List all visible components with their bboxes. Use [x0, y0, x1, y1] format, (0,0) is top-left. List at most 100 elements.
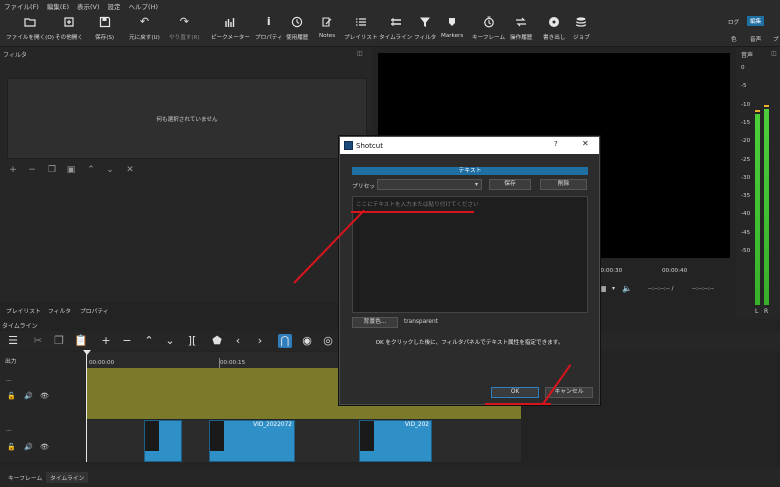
help-button[interactable]: ? — [554, 140, 558, 148]
filters-button[interactable]: フィルタ — [414, 14, 436, 44]
timecode-duration: --:--:--:-- — [692, 286, 714, 292]
tab-keyframes[interactable]: キーフレーム — [4, 472, 46, 483]
grid-icon[interactable]: ▦ — [599, 284, 607, 293]
remove-filter-button[interactable]: − — [27, 165, 37, 175]
close-button[interactable]: ✕ — [582, 139, 589, 148]
split-icon[interactable]: ][ — [185, 334, 199, 348]
scrub-icon[interactable]: ◉ — [300, 334, 314, 348]
playhead[interactable] — [86, 350, 87, 462]
meter-tick-label: -50 — [741, 248, 751, 254]
markers-button[interactable]: Markers — [441, 14, 463, 44]
tab-timeline[interactable]: タイムライン — [46, 472, 89, 483]
undo-button[interactable]: ↶ 元に戻す(U) — [129, 14, 160, 44]
cut-icon[interactable]: ✂ — [31, 334, 45, 348]
export-button[interactable]: 書き出し — [543, 14, 565, 44]
mute-icon[interactable]: 🔊 — [24, 443, 33, 451]
marker-icon[interactable]: ⬟ — [210, 334, 224, 348]
open-other-button[interactable]: その他開く — [55, 14, 83, 44]
jobs-history-icon — [515, 16, 527, 28]
properties-button[interactable]: i プロパティ — [255, 14, 283, 44]
ok-button[interactable]: OK — [491, 387, 539, 398]
filter-list: 何も選択されていません — [7, 78, 367, 159]
save-button[interactable]: 保存(S) — [95, 14, 114, 44]
preset-delete-button[interactable]: 削除 — [540, 179, 587, 190]
timeline-button[interactable]: タイムライン — [379, 14, 412, 44]
chevron-down-icon[interactable]: ▾ — [612, 285, 615, 292]
notes-button[interactable]: Notes — [319, 14, 335, 44]
eye-icon[interactable]: 👁 — [40, 443, 49, 451]
timeline-menu-icon[interactable]: ☰ — [6, 334, 20, 348]
panel-float-icon[interactable]: ◫ — [771, 50, 777, 57]
menu-edit[interactable]: 編集(E) — [47, 1, 69, 11]
menu-help[interactable]: ヘルプ(H) — [129, 1, 158, 11]
chevron-down-icon: ▾ — [474, 181, 478, 188]
text-input[interactable]: ここにテキストを入力または貼り付けてください — [352, 196, 588, 313]
jobs-icon — [575, 16, 587, 28]
playhead-handle[interactable] — [83, 350, 91, 355]
redo-icon: ↷ — [179, 15, 189, 28]
menu-settings[interactable]: 設定 — [108, 1, 121, 11]
lift-icon[interactable]: ⌃ — [142, 334, 156, 348]
eye-icon[interactable]: 👁 — [40, 392, 49, 400]
timeline-title: タイムライン — [2, 323, 38, 330]
volume-icon[interactable]: 🔈 — [622, 284, 632, 293]
add-filter-button[interactable]: + — [8, 165, 18, 175]
save-icon — [99, 16, 111, 28]
menu-file[interactable]: ファイル(F) — [4, 1, 39, 11]
workspace-log[interactable]: ログ — [728, 18, 739, 26]
recent-button[interactable]: 使用履歴 — [286, 14, 308, 44]
move-up-icon[interactable]: ⌃ — [86, 165, 96, 175]
keyframes-button[interactable]: キーフレーム — [472, 14, 505, 44]
history-button[interactable]: 操作履歴 — [510, 14, 532, 44]
background-color-value: transparent — [404, 319, 438, 325]
meter-tick-label: 0 — [741, 65, 745, 71]
meter-tick-label: -40 — [741, 211, 751, 218]
tab-playlist[interactable]: プレイリスト — [3, 305, 44, 316]
ruler-tick — [219, 358, 220, 368]
lock-icon[interactable]: 🔓 — [7, 443, 16, 451]
workspace-edit[interactable]: 編集 — [747, 16, 765, 26]
meter-bar-right — [764, 109, 769, 305]
timeline-clip[interactable]: VID_202 — [359, 420, 432, 462]
append-icon[interactable]: + — [99, 334, 113, 348]
peak-meter-button[interactable]: ピークメーター — [211, 14, 250, 44]
next-marker-icon[interactable]: › — [253, 334, 267, 348]
open-other-icon — [63, 16, 75, 28]
paste-icon[interactable]: 📋 — [74, 334, 88, 348]
timeline-clip[interactable] — [144, 420, 182, 462]
ripple-icon[interactable]: ◎ — [321, 334, 335, 348]
meter-right-label: R — [764, 308, 769, 315]
paste-filter-button[interactable]: ▣ — [66, 165, 76, 175]
background-color-button[interactable]: 背景色... — [352, 317, 398, 328]
previous-marker-icon[interactable]: ‹ — [231, 334, 245, 348]
snap-icon[interactable]: ⋂ — [278, 334, 292, 348]
workspace-color[interactable]: 色 — [731, 35, 737, 43]
copy-filter-button[interactable]: ❐ — [47, 165, 57, 175]
panel-float-icon[interactable]: ◫ — [357, 50, 363, 57]
mute-icon[interactable]: 🔊 — [24, 392, 33, 400]
overwrite-icon[interactable]: ⌄ — [163, 334, 177, 348]
jobs-button[interactable]: ジョブ — [573, 14, 590, 44]
redo-button[interactable]: ↷ やり直す(R) — [169, 14, 200, 44]
tab-filters[interactable]: フィルタ — [45, 305, 74, 316]
lock-icon[interactable]: 🔓 — [7, 392, 16, 400]
workspace-audio[interactable]: 音声 — [750, 35, 761, 43]
export-icon — [548, 16, 560, 28]
tab-properties[interactable]: プロパティ — [77, 305, 112, 316]
bottom-tabs — [0, 467, 780, 487]
preset-save-button[interactable]: 保存 — [489, 179, 531, 190]
copy-icon[interactable]: ❐ — [52, 334, 66, 348]
deselect-icon[interactable]: ✕ — [125, 165, 135, 175]
menu-view[interactable]: 表示(V) — [77, 1, 100, 11]
filter-icon — [419, 16, 431, 28]
open-file-button[interactable]: ファイルを開く(O) — [6, 14, 54, 44]
peak-meter-icon — [224, 16, 236, 28]
remove-icon[interactable]: − — [120, 334, 134, 348]
playlist-button[interactable]: プレイリスト — [344, 14, 378, 44]
ruler-time-2: 00:00:40 — [662, 268, 688, 274]
preset-select[interactable]: ▾ — [377, 179, 482, 190]
move-down-icon[interactable]: ⌄ — [105, 165, 115, 175]
workspace-more[interactable]: プ — [773, 35, 779, 43]
filter-name-header: テキスト — [352, 167, 588, 175]
timeline-clip[interactable]: VID_2022072 — [209, 420, 295, 462]
